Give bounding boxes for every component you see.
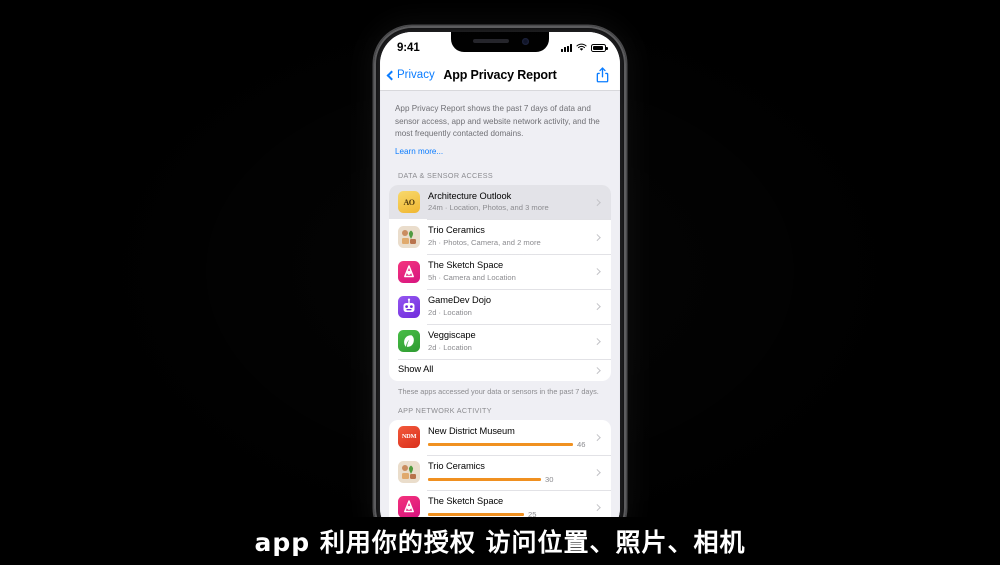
trio-ceramics-app-icon — [398, 225, 420, 248]
earpiece-speaker — [473, 39, 509, 43]
trio-ceramics-app-icon — [398, 460, 420, 483]
app-name: The Sketch Space — [428, 260, 504, 271]
share-icon[interactable] — [596, 67, 609, 83]
device-notch — [451, 32, 549, 52]
chevron-right-icon — [593, 233, 600, 241]
section-header-app-network-activity: APP NETWORK ACTIVITY — [398, 405, 492, 415]
status-bar-indicators — [561, 40, 608, 52]
chevron-right-icon — [593, 433, 600, 441]
veggiscape-app-icon — [398, 330, 420, 353]
app-name: Veggiscape — [428, 330, 476, 341]
network-row-trio-ceramics[interactable]: Trio Ceramics 30 — [389, 454, 611, 490]
chevron-right-icon — [593, 338, 600, 345]
app-detail: 24m · Location, Photos, and 3 more — [428, 203, 549, 213]
chevron-right-icon — [593, 268, 600, 275]
list-item-text: GameDev Dojo 2d · Location — [428, 295, 587, 318]
network-row-body: Trio Ceramics 30 — [428, 460, 587, 484]
network-row-body: The Sketch Space 25 — [428, 495, 587, 519]
network-row-body: New District Museum 46 — [428, 425, 587, 449]
learn-more-link[interactable]: Learn more... — [395, 147, 443, 156]
app-detail: 2d · Location — [428, 307, 472, 317]
network-bar-wrap: 46 — [428, 440, 587, 449]
subtitle-text: app 利用你的授权 访问位置、照片、相机 — [254, 528, 746, 557]
chevron-right-icon — [593, 468, 600, 476]
data-sensor-footnote: These apps accessed your data or sensors… — [398, 386, 599, 396]
app-name: New District Museum — [428, 425, 515, 436]
app-name: GameDev Dojo — [428, 295, 491, 306]
list-item-architecture-outlook[interactable]: AO Architecture Outlook 24m · Location, … — [389, 184, 611, 220]
chevron-right-icon — [593, 303, 600, 310]
new-district-museum-app-icon: NDM — [398, 425, 420, 448]
app-name: Architecture Outlook — [428, 190, 512, 201]
subtitle-bar: app 利用你的授权 访问位置、照片、相机 — [0, 517, 1000, 565]
network-row-new-district-museum[interactable]: NDM New District Museum 46 — [389, 420, 611, 455]
app-name: Trio Ceramics — [428, 460, 485, 471]
list-item-text: The Sketch Space 5h · Camera and Locatio… — [428, 260, 587, 283]
app-detail: 5h · Camera and Location — [428, 272, 516, 282]
show-all-text-wrap: Show All — [398, 364, 587, 376]
network-bar — [428, 443, 573, 446]
iphone-screen: 9:41 Privacy App Privacy Report App Priv… — [380, 32, 620, 540]
battery-icon — [591, 43, 608, 52]
screenshot-stage: 9:41 Privacy App Privacy Report App Priv… — [0, 0, 1000, 565]
chevron-left-icon — [386, 70, 397, 80]
section-header-data-sensor-access: DATA & SENSOR ACCESS — [398, 170, 494, 180]
intro-description-block: App Privacy Report shows the past 7 days… — [380, 91, 620, 167]
sketch-space-app-icon — [398, 260, 420, 283]
network-count: 46 — [577, 439, 586, 449]
app-detail: 2d · Location — [428, 342, 472, 352]
intro-text: App Privacy Report shows the past 7 days… — [395, 104, 600, 139]
gamedev-dojo-app-icon — [398, 295, 420, 318]
list-item-trio-ceramics[interactable]: Trio Ceramics 2h · Photos, Camera, and 2… — [389, 219, 611, 254]
app-detail: 2h · Photos, Camera, and 2 more — [428, 238, 541, 248]
network-bar-wrap: 30 — [428, 475, 587, 484]
network-bar — [428, 478, 541, 481]
list-item-text: Architecture Outlook 24m · Location, Pho… — [428, 191, 587, 214]
app-name: Trio Ceramics — [428, 225, 485, 236]
data-sensor-access-card: AO Architecture Outlook 24m · Location, … — [389, 184, 611, 381]
cellular-signal-icon — [561, 43, 572, 52]
list-item-veggiscape[interactable]: Veggiscape 2d · Location — [389, 324, 611, 359]
list-item-text: Veggiscape 2d · Location — [428, 330, 587, 353]
status-bar-time: 9:41 — [397, 41, 420, 54]
network-count: 30 — [545, 474, 554, 484]
app-name: The Sketch Space — [428, 495, 504, 506]
show-all-button[interactable]: Show All — [389, 358, 611, 381]
network-bar — [428, 513, 524, 516]
sketch-space-app-icon — [398, 496, 420, 519]
wifi-icon — [576, 43, 587, 51]
back-button-privacy[interactable]: Privacy — [386, 69, 435, 81]
chevron-right-icon — [593, 366, 600, 374]
back-button-label: Privacy — [397, 69, 435, 81]
chevron-right-icon — [593, 198, 600, 206]
app-network-activity-card: NDM New District Museum 46 Trio Ceramics… — [389, 419, 611, 526]
page-title: App Privacy Report — [443, 68, 557, 82]
list-item-the-sketch-space[interactable]: The Sketch Space 5h · Camera and Locatio… — [389, 254, 611, 289]
iphone-device-frame: 9:41 Privacy App Privacy Report App Priv… — [374, 26, 626, 546]
front-camera — [522, 38, 529, 45]
architecture-outlook-app-icon: AO — [398, 191, 420, 214]
show-all-label: Show All — [398, 364, 434, 375]
settings-content-scroll[interactable]: App Privacy Report shows the past 7 days… — [380, 91, 620, 540]
navigation-bar: Privacy App Privacy Report — [380, 60, 620, 91]
chevron-right-icon — [593, 503, 600, 511]
list-item-gamedev-dojo[interactable]: GameDev Dojo 2d · Location — [389, 289, 611, 324]
list-item-text: Trio Ceramics 2h · Photos, Camera, and 2… — [428, 225, 587, 248]
